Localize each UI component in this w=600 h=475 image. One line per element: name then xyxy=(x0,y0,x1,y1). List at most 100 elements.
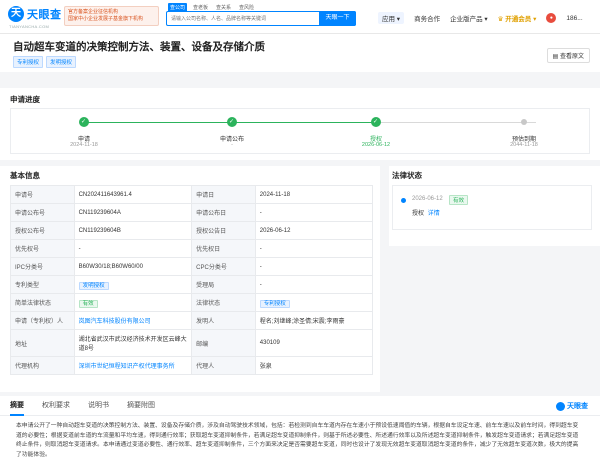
progress-date-publish: - xyxy=(231,142,233,148)
progress-timeline: 申请 申请公布 授权 预估到期 2024-11-18 - 2026-06-12 … xyxy=(10,108,590,154)
search-input[interactable] xyxy=(167,12,317,25)
field-label: 申请日 xyxy=(191,185,256,204)
table-row: 申请公布号 CN119239604A 申请公布日 - xyxy=(10,203,374,222)
nav-user-account[interactable]: 186... xyxy=(566,15,582,22)
brand-logo-icon xyxy=(556,401,565,411)
nav-business-cooperation[interactable]: 商务合作 xyxy=(414,13,440,23)
table-row: 优先权号 - 优先权日 - xyxy=(10,239,374,258)
search-box: 天眼一下 xyxy=(166,11,356,26)
address: 湖北省武汉市武汉经济技术开发区云峰大道8号 xyxy=(73,329,193,357)
field-label: IPC分类号 xyxy=(10,257,75,276)
legal-status-date: 2026-06-12 xyxy=(412,196,443,202)
brand-watermark: 天眼查 xyxy=(556,401,588,411)
avatar[interactable]: ● xyxy=(546,13,557,23)
table-row: 授权公布号 CN119239604B 授权公告日 2026-06-12 xyxy=(10,221,374,240)
field-label: 申请公布日 xyxy=(191,203,256,222)
top-navigation-bar: 天 天眼查 TIANYANCHA.COM 官方备案企业征信机构 国家中小企业发展… xyxy=(0,0,600,34)
legal-status-timeline: 2026-06-12 有效 授权 详情 xyxy=(392,185,592,230)
legal-status-text: 授权 xyxy=(412,211,425,217)
legal-status-badge: 专利授权 xyxy=(259,299,290,308)
grant-date: 2026-06-12 xyxy=(254,221,374,240)
progress-date-apply: 2024-11-18 xyxy=(70,142,98,148)
simple-legal-status-cell: 有效 xyxy=(73,293,193,312)
logo-text: 天眼查 xyxy=(27,9,62,21)
field-label: 发明人 xyxy=(191,311,256,330)
nav-vip-button[interactable]: ♛ 开通会员 ▾ xyxy=(498,13,537,23)
main-nav: 应用 ▾ 商务合作 企业版产品 ▾ ♛ 开通会员 ▾ ● 186... xyxy=(378,12,583,24)
table-row: 地址 湖北省武汉市武汉经济技术开发区云峰大道8号 邮编 430109 xyxy=(10,329,374,357)
field-label: 受理局 xyxy=(191,275,256,294)
field-label: 授权公布号 xyxy=(10,221,75,240)
tag-patent-granted: 专利授权 xyxy=(13,56,44,68)
progress-node-publish xyxy=(227,117,237,127)
progress-date-grant: 2026-06-12 xyxy=(361,142,391,148)
agent: 张泉 xyxy=(254,356,374,375)
legal-status-badge-valid: 有效 xyxy=(449,195,469,205)
legal-status-title: 法律状态 xyxy=(392,171,422,180)
view-original-label: 查看原文 xyxy=(559,54,584,60)
tab-abstract[interactable]: 摘要 xyxy=(10,396,24,416)
field-label: 申请（专利权）人 xyxy=(10,311,75,330)
logo-icon: 天 xyxy=(8,6,24,22)
slogan-line-2: 国家中小企业发展子基金旗下机构 xyxy=(68,16,144,22)
nav-apps-menu[interactable]: 应用 ▾ xyxy=(378,12,405,24)
progress-date-expiry: 2044-11-18 xyxy=(510,142,538,148)
tab-abstract-figure[interactable]: 摘要附图 xyxy=(127,396,155,415)
progress-node-grant xyxy=(371,117,381,127)
document-icon: ▤ xyxy=(552,54,559,60)
table-row: 简单法律状态 有效 法律状态 专利授权 xyxy=(10,293,374,312)
view-original-button[interactable]: ▤ 查看原文 xyxy=(546,48,590,63)
logo[interactable]: 天 天眼查 xyxy=(8,6,62,22)
field-label: 代理人 xyxy=(191,356,256,375)
slogan-line-1: 官方备案企业征信机构 xyxy=(68,9,119,15)
applicant-cell: 岚图汽车科技股份有限公司 xyxy=(73,311,193,330)
content-tabs: 摘要 权利要求 说明书 摘要附图 xyxy=(0,396,600,416)
priority-number: - xyxy=(73,239,193,258)
receiving-office: - xyxy=(254,275,374,294)
page-title: 自动超车变道的决策控制方法、装置、设备及存储介质 xyxy=(13,41,265,53)
tab-claims[interactable]: 权利要求 xyxy=(42,396,70,415)
field-label: 法律状态 xyxy=(191,293,256,312)
patent-type-badge: 发明授权 xyxy=(78,281,109,290)
search-button[interactable]: 天眼一下 xyxy=(319,11,356,26)
field-label: 优先权日 xyxy=(191,239,256,258)
cpc-classification: - xyxy=(254,257,374,276)
patent-tags: 专利授权 发明授权 xyxy=(13,56,77,68)
publication-date: - xyxy=(254,203,374,222)
content-tabs-card: 摘要 权利要求 说明书 摘要附图 天眼查 本申请公开了一种自动超车变道的决策控制… xyxy=(0,396,600,475)
patent-type-cell: 发明授权 xyxy=(73,275,193,294)
field-label: 地址 xyxy=(10,329,75,357)
inventors: 程名;刘继峰;涂圣倩;宋震;李雨豪 xyxy=(254,311,374,330)
application-number: CN202411643961.4 xyxy=(73,185,193,204)
status-badge: 有效 xyxy=(78,299,98,308)
table-row: IPC分类号 B60W30/18;B60W60/00 CPC分类号 - xyxy=(10,257,374,276)
table-row: 申请（专利权）人 岚图汽车科技股份有限公司 发明人 程名;刘继峰;涂圣倩;宋震;… xyxy=(10,311,374,330)
nav-enterprise-products[interactable]: 企业版产品 ▾ xyxy=(450,13,488,23)
grant-number: CN119239604B xyxy=(73,221,193,240)
logo-domain: TIANYANCHA.COM xyxy=(9,24,50,29)
progress-node-expiry xyxy=(521,119,527,125)
legal-status-detail-link[interactable]: 详情 xyxy=(428,211,440,217)
table-row: 申请号 CN202411643961.4 申请日 2024-11-18 xyxy=(10,185,374,204)
ipc-classification: B60W30/18;B60W60/00 xyxy=(73,257,193,276)
progress-node-apply xyxy=(79,117,89,127)
timeline-dot-icon xyxy=(401,198,406,203)
field-label: 申请号 xyxy=(10,185,75,204)
tag-invention-granted: 发明授权 xyxy=(46,56,77,68)
legal-status-entry: 授权 详情 xyxy=(412,208,440,217)
table-row: 代理机构 深圳市世纪恒程知识产权代理事务所 代理人 张泉 xyxy=(10,356,374,375)
field-label: 申请公布号 xyxy=(10,203,75,222)
table-row: 专利类型 发明授权 受理局 - xyxy=(10,275,374,294)
progress-title: 申请进度 xyxy=(10,95,40,104)
patent-header: 自动超车变道的决策控制方法、装置、设备及存储介质 专利授权 发明授权 ▤ 查看原… xyxy=(0,34,600,72)
legal-status-cell: 专利授权 xyxy=(254,293,374,312)
basic-info-title: 基本信息 xyxy=(10,171,40,180)
agency-link[interactable]: 深圳市世纪恒程知识产权代理事务所 xyxy=(79,364,175,370)
field-label: 专利类型 xyxy=(10,275,75,294)
brand-name: 天眼查 xyxy=(567,403,588,410)
abstract-text: 本申请公开了一种自动超车变道的决策控制方法、装置、设备及存储介质，涉及自动驾驶技… xyxy=(16,423,579,458)
tab-description[interactable]: 说明书 xyxy=(88,396,109,415)
applicant-link[interactable]: 岚图汽车科技股份有限公司 xyxy=(79,319,151,325)
basic-info-card: 基本信息 申请号 CN202411643961.4 申请日 2024-11-18… xyxy=(0,166,380,392)
postal-code: 430109 xyxy=(254,329,374,357)
